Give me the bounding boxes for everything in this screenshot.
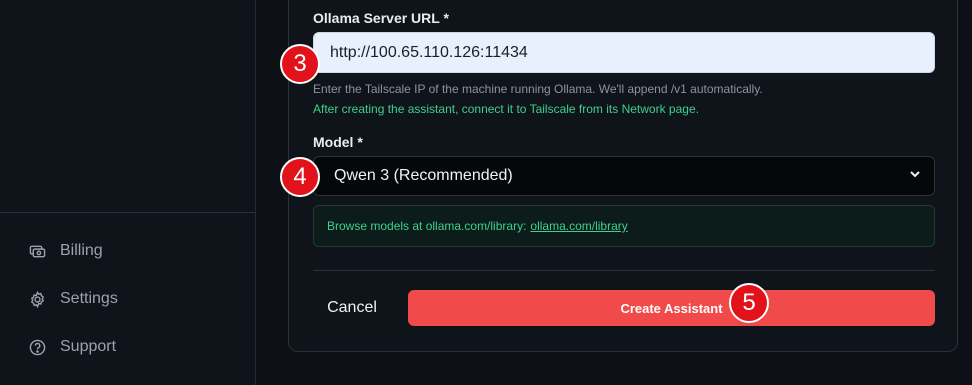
sidebar-item-billing[interactable]: Billing	[29, 239, 103, 263]
billing-icon	[29, 243, 46, 260]
form-divider	[313, 270, 935, 271]
server-url-input[interactable]	[313, 32, 935, 73]
tailscale-note: After creating the assistant, connect it…	[313, 102, 699, 116]
chevron-down-icon	[908, 167, 922, 186]
gear-icon	[29, 290, 46, 308]
app-root: Billing Settings Support Ollama Server U…	[0, 0, 972, 385]
sidebar-item-label: Settings	[60, 290, 118, 307]
create-assistant-button[interactable]: Create Assistant	[408, 290, 935, 326]
server-url-help: Enter the Tailscale IP of the machine ru…	[313, 82, 763, 96]
step-badge-4: 4	[280, 157, 320, 197]
model-info-box: Browse models at ollama.com/library: oll…	[313, 205, 935, 247]
step-badge-3: 3	[280, 44, 320, 84]
ollama-library-link[interactable]: ollama.com/library	[530, 219, 627, 233]
sidebar-divider	[0, 212, 255, 213]
server-url-label: Ollama Server URL *	[313, 10, 449, 26]
model-select-value: Qwen 3 (Recommended)	[334, 167, 513, 184]
model-select[interactable]: Qwen 3 (Recommended)	[313, 156, 935, 196]
cancel-button[interactable]: Cancel	[313, 291, 391, 325]
sidebar-item-support[interactable]: Support	[29, 335, 116, 359]
sidebar: Billing Settings Support	[0, 0, 256, 385]
sidebar-item-label: Billing	[60, 242, 103, 259]
model-info-text: Browse models at ollama.com/library:	[327, 219, 527, 233]
step-badge-5: 5	[729, 283, 769, 323]
sidebar-item-label: Support	[60, 338, 117, 355]
help-icon	[29, 339, 46, 356]
model-label: Model *	[313, 134, 363, 150]
sidebar-item-settings[interactable]: Settings	[29, 287, 118, 311]
